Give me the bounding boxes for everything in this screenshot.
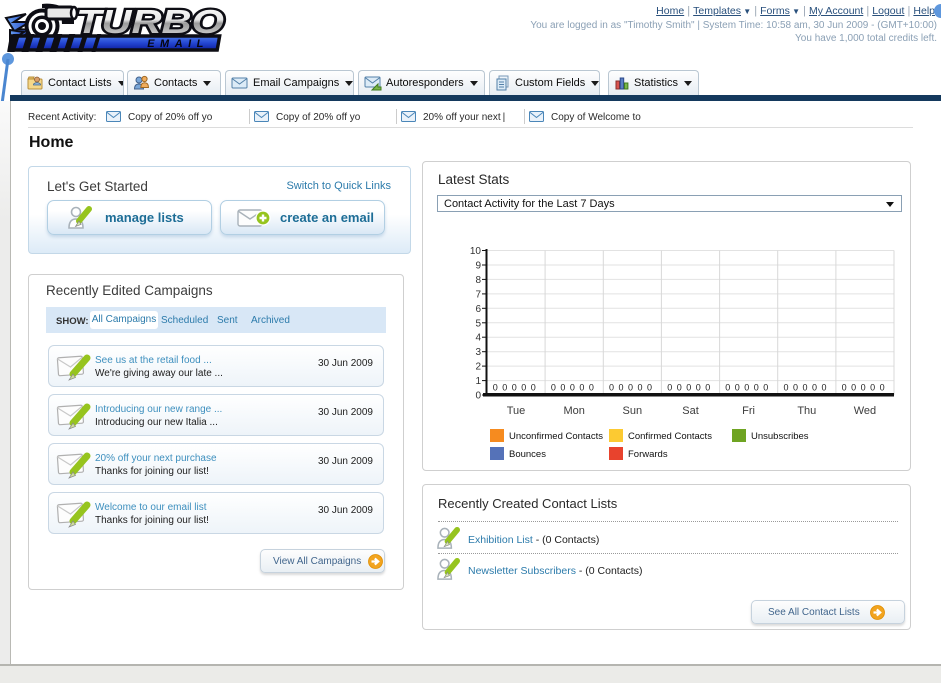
- svg-text:4: 4: [475, 333, 481, 344]
- svg-text:0: 0: [793, 383, 798, 393]
- svg-text:0: 0: [521, 383, 526, 393]
- svg-text:0: 0: [725, 383, 730, 393]
- svg-text:0: 0: [802, 383, 807, 393]
- svg-text:Wed: Wed: [854, 405, 876, 417]
- svg-text:0: 0: [560, 383, 565, 393]
- svg-text:0: 0: [551, 383, 556, 393]
- svg-text:0: 0: [493, 383, 498, 393]
- svg-text:0: 0: [783, 383, 788, 393]
- svg-text:Sat: Sat: [682, 405, 699, 417]
- svg-text:Mon: Mon: [563, 405, 584, 417]
- svg-text:0: 0: [512, 383, 517, 393]
- svg-text:Thu: Thu: [797, 405, 816, 417]
- svg-text:0: 0: [570, 383, 575, 393]
- svg-text:0: 0: [861, 383, 866, 393]
- svg-text:0: 0: [667, 383, 672, 393]
- svg-text:5: 5: [475, 318, 481, 329]
- svg-text:Fri: Fri: [742, 405, 755, 417]
- svg-text:Tue: Tue: [507, 405, 526, 417]
- svg-text:0: 0: [628, 383, 633, 393]
- svg-text:0: 0: [812, 383, 817, 393]
- svg-text:9: 9: [475, 261, 481, 272]
- svg-text:0: 0: [531, 383, 536, 393]
- svg-text:0: 0: [821, 383, 826, 393]
- svg-text:0: 0: [696, 383, 701, 393]
- svg-text:0: 0: [870, 383, 875, 393]
- svg-text:3: 3: [475, 347, 481, 358]
- svg-text:EMAIL: EMAIL: [146, 38, 210, 50]
- svg-text:0: 0: [735, 383, 740, 393]
- svg-text:7: 7: [475, 289, 481, 300]
- svg-text:0: 0: [637, 383, 642, 393]
- svg-text:0: 0: [842, 383, 847, 393]
- svg-text:0: 0: [618, 383, 623, 393]
- svg-text:0: 0: [677, 383, 682, 393]
- svg-text:0: 0: [579, 383, 584, 393]
- svg-text:0: 0: [744, 383, 749, 393]
- svg-text:6: 6: [475, 304, 481, 315]
- svg-text:0: 0: [880, 383, 885, 393]
- svg-text:0: 0: [686, 383, 691, 393]
- svg-text:0: 0: [589, 383, 594, 393]
- svg-text:0: 0: [475, 391, 481, 402]
- svg-text:0: 0: [502, 383, 507, 393]
- svg-text:0: 0: [763, 383, 768, 393]
- svg-text:0: 0: [609, 383, 614, 393]
- svg-text:1: 1: [475, 376, 481, 387]
- svg-text:0: 0: [754, 383, 759, 393]
- svg-text:2: 2: [475, 362, 481, 373]
- svg-text:0: 0: [647, 383, 652, 393]
- svg-text:0: 0: [705, 383, 710, 393]
- svg-text:Sun: Sun: [623, 405, 643, 417]
- svg-text:10: 10: [470, 246, 482, 257]
- svg-text:8: 8: [475, 275, 481, 286]
- svg-text:0: 0: [851, 383, 856, 393]
